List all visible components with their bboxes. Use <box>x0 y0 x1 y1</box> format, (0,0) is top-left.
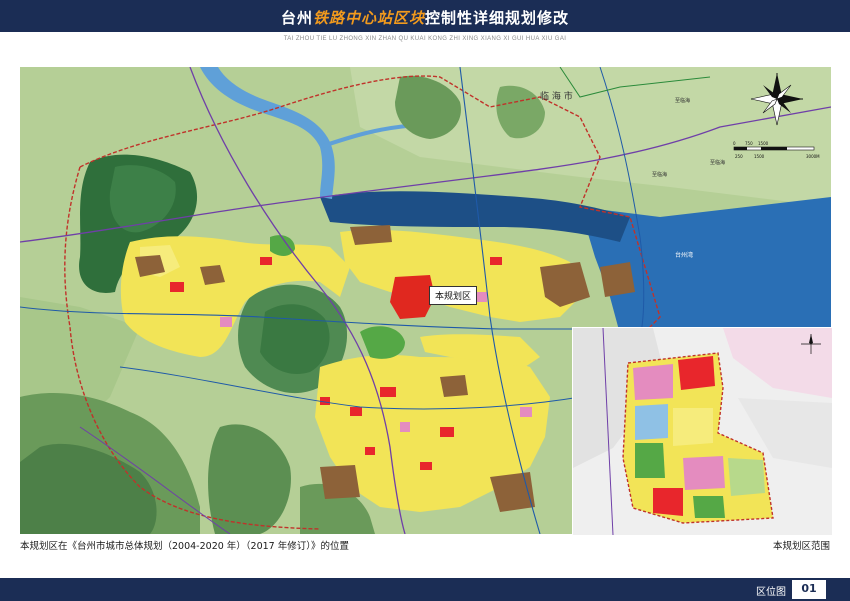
scale-label-750: 750 <box>745 141 753 146</box>
label-to-linhai-3: 至临海 <box>710 159 725 166</box>
title-suffix: 控制性详细规划修改 <box>425 9 570 27</box>
inset-commercial-2 <box>653 488 683 516</box>
mountain-central-inner <box>260 304 330 375</box>
public-1 <box>220 317 232 327</box>
commercial-2 <box>260 257 272 265</box>
header-bar: 台州铁路中心站区块控制性详细规划修改 <box>0 0 850 32</box>
industrial-3 <box>350 225 392 245</box>
public-4 <box>520 407 532 417</box>
inset-green-2 <box>728 458 765 496</box>
inset-green-3 <box>693 496 725 518</box>
footer-bar: 区位图 01 <box>0 578 850 601</box>
inset-commercial-1 <box>678 356 715 390</box>
industrial-7 <box>600 262 635 297</box>
scale-label-250: 250 <box>735 154 743 159</box>
page-title: 台州铁路中心站区块控制性详细规划修改 <box>0 7 850 28</box>
page-number-box: 01 <box>792 580 826 599</box>
scale-label-1500-bottom: 1500 <box>754 154 765 159</box>
commercial-9 <box>365 447 375 455</box>
title-prefix: 台州 <box>280 9 313 27</box>
inset-map <box>572 327 833 536</box>
commercial-7 <box>490 257 502 265</box>
label-to-linhai-1: 至临海 <box>675 97 690 104</box>
caption-right: 本规划区范围 <box>772 541 830 552</box>
page-subtitle: TAI ZHOU TIE LU ZHONG XIN ZHAN QU KUAI K… <box>283 36 567 42</box>
industrial-5 <box>320 465 360 499</box>
inset-water-1 <box>635 404 668 440</box>
inset-green-1 <box>635 443 665 478</box>
label-to-linhai-2: 至临海 <box>652 171 667 178</box>
inset-public-2 <box>683 456 725 490</box>
label-taizhou-bay: 台州湾 <box>675 251 693 259</box>
commercial-4 <box>350 407 362 416</box>
scale-label-1500: 1500 <box>758 141 769 146</box>
inset-public-1 <box>633 364 673 400</box>
industrial-8 <box>440 375 468 397</box>
plan-area-callout: 本规划区 <box>429 286 478 305</box>
inset-residential-1 <box>673 408 713 446</box>
commercial-8 <box>420 462 432 470</box>
scale-label-3000m: 3000M <box>806 154 820 159</box>
title-highlight: 铁路中心站区块 <box>312 9 425 27</box>
public-3 <box>400 422 410 432</box>
commercial-5 <box>440 427 454 437</box>
caption-left: 本规划区在《台州市城市总体规划（2004-2020 年）（2017 年修订）》的… <box>20 541 349 552</box>
footer-label: 区位图 <box>756 587 786 598</box>
commercial-3 <box>380 387 396 397</box>
page-number: 01 <box>801 582 817 595</box>
label-linhai: 临 海 市 <box>540 90 573 102</box>
commercial-1 <box>170 282 184 292</box>
